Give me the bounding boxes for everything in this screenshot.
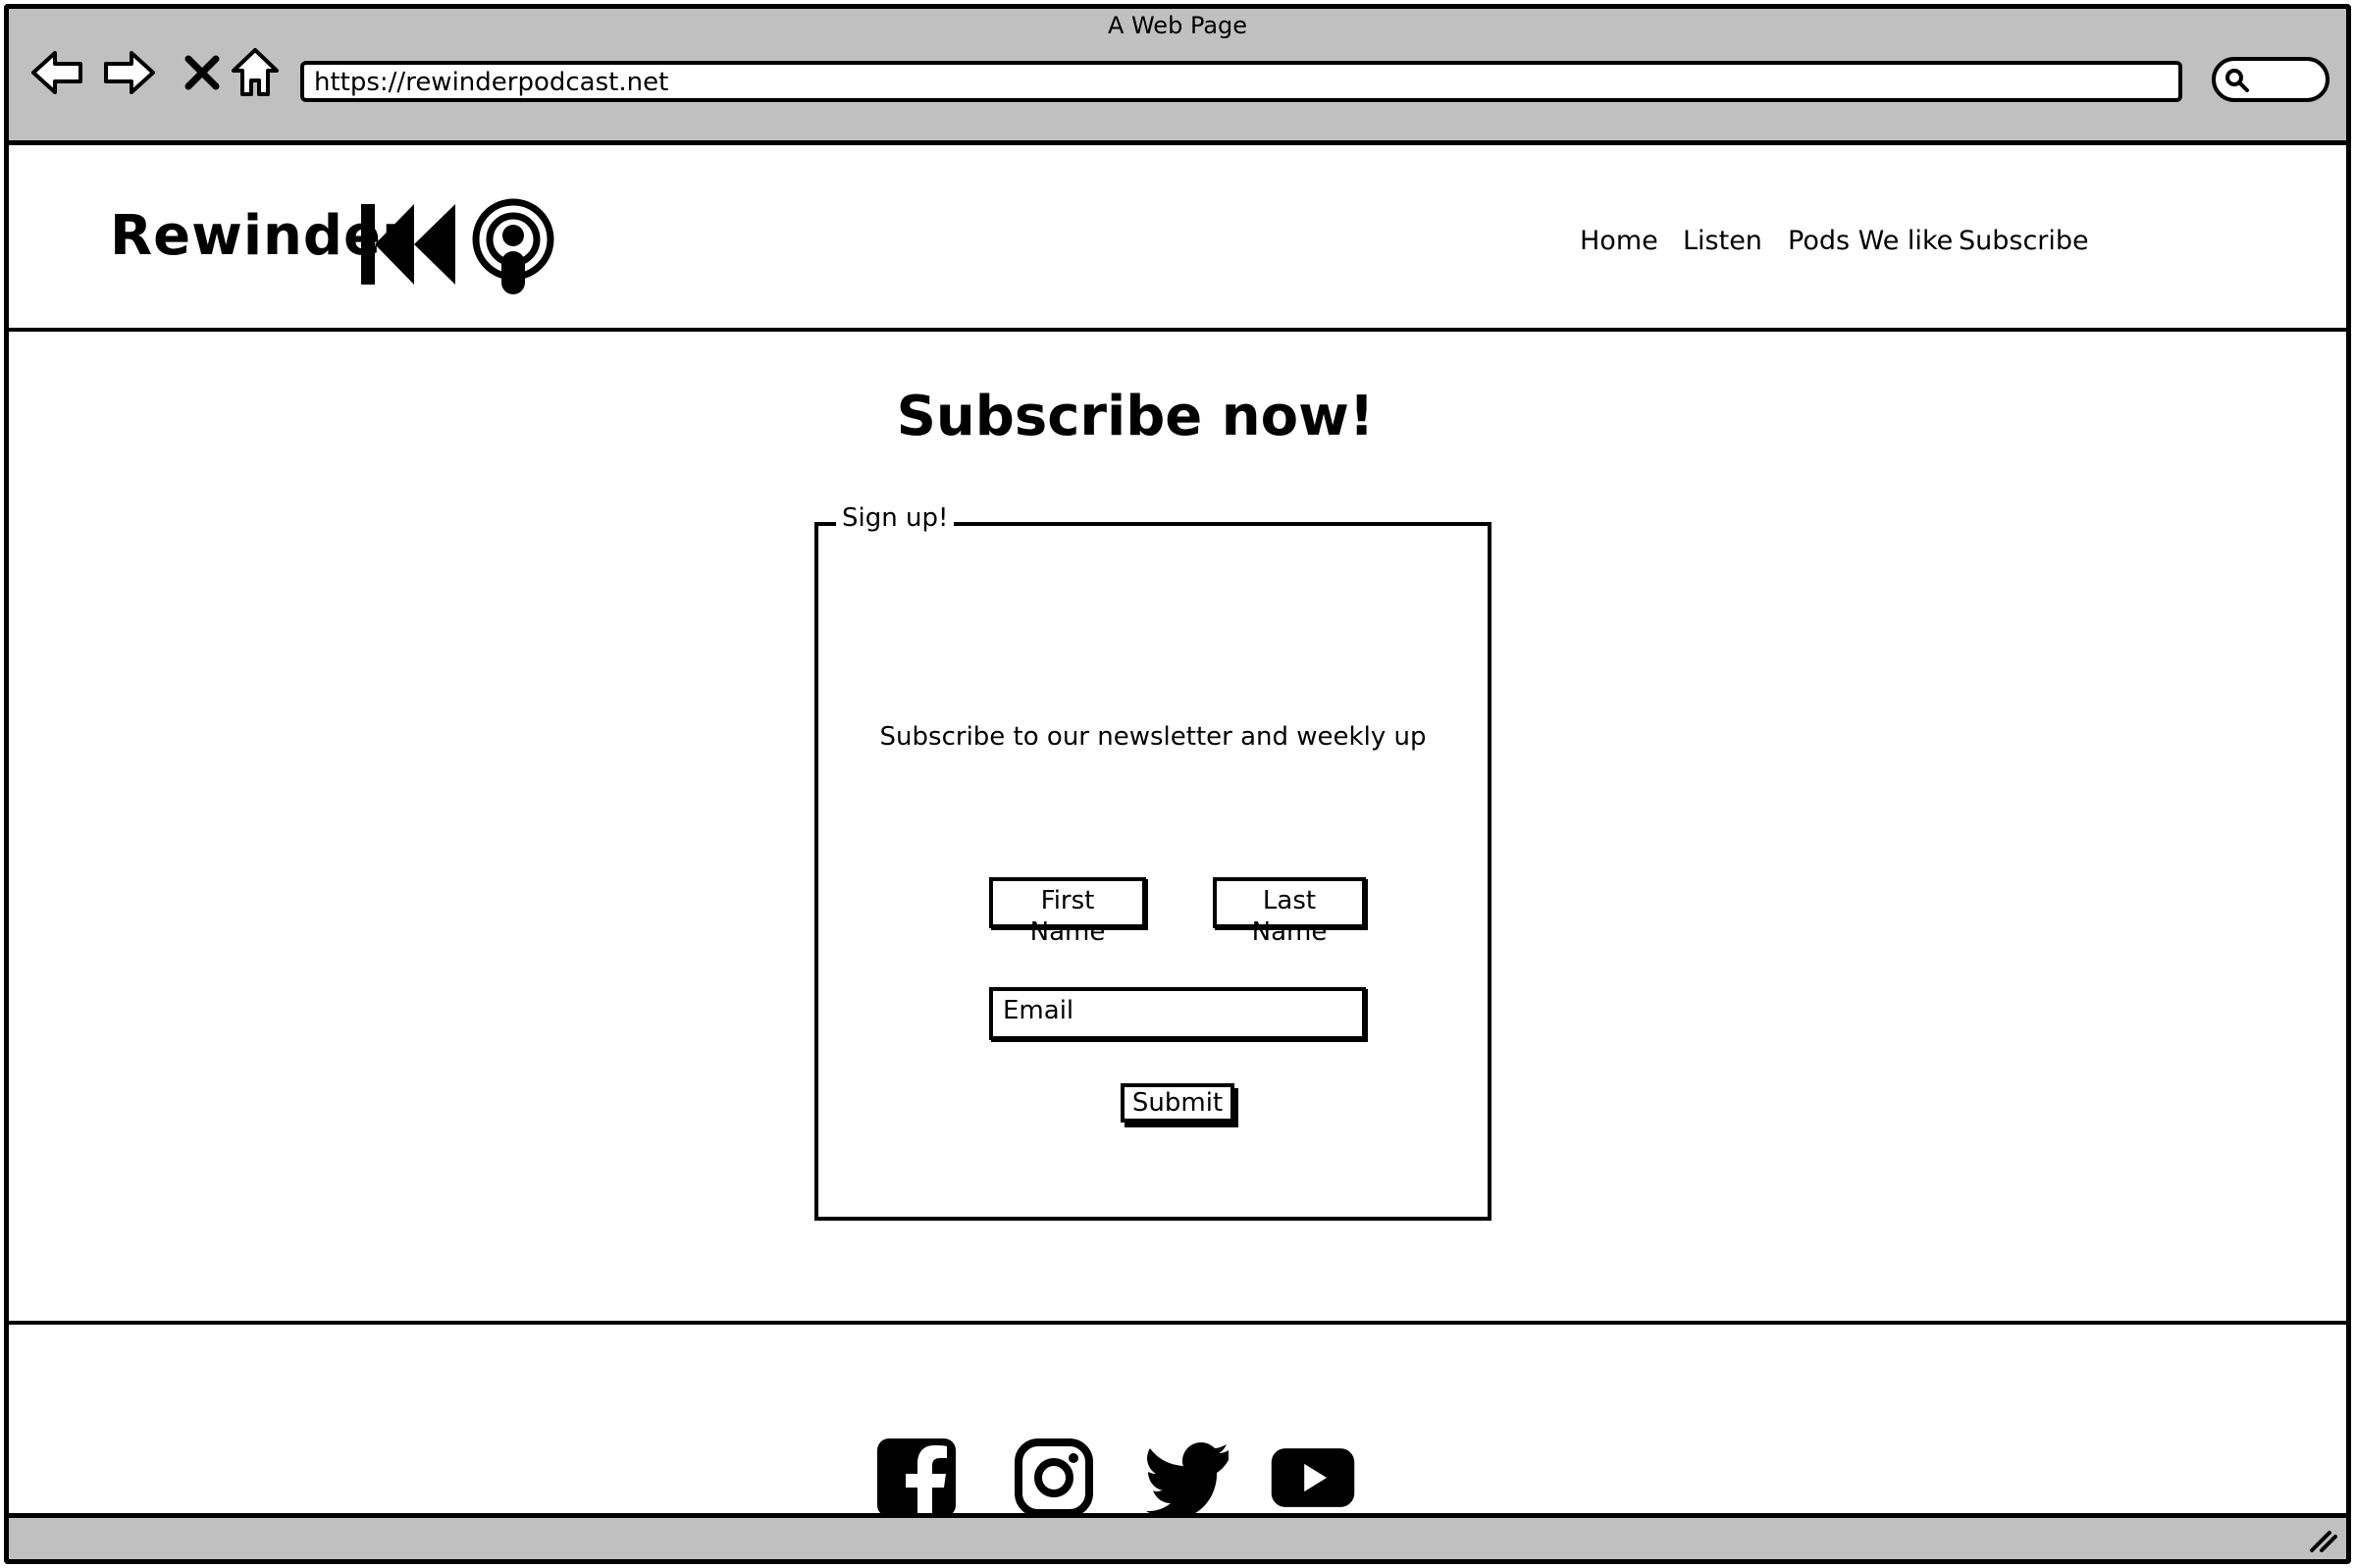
url-bar[interactable]: https://rewinderpodcast.net — [300, 61, 2182, 102]
footer-divider — [4, 1321, 2351, 1325]
resize-grip-icon[interactable] — [2308, 1527, 2337, 1552]
stop-icon[interactable] — [175, 45, 230, 100]
instagram-icon[interactable] — [1011, 1435, 1097, 1521]
youtube-icon[interactable] — [1270, 1435, 1356, 1521]
forward-arrow-icon[interactable] — [102, 45, 157, 100]
email-field[interactable]: Email — [989, 987, 1366, 1040]
signup-description: Subscribe to our newsletter and weekly u… — [879, 722, 1427, 752]
header-divider — [4, 328, 2351, 332]
nav-subscribe[interactable]: Subscribe — [1959, 226, 2089, 256]
facebook-icon[interactable] — [873, 1435, 960, 1521]
nav-pods-we-like[interactable]: Pods We like — [1788, 226, 1953, 256]
browser-search-field[interactable] — [2212, 57, 2329, 102]
rewind-icon — [361, 204, 455, 285]
podcast-icon — [472, 198, 554, 294]
back-arrow-icon[interactable] — [29, 45, 84, 100]
last-name-field[interactable]: Last Name — [1213, 877, 1366, 947]
home-icon[interactable] — [228, 45, 283, 100]
signup-legend: Sign up! — [836, 503, 955, 533]
submit-button[interactable]: Submit — [1121, 1083, 1234, 1123]
browser-status-bar — [4, 1513, 2351, 1564]
twitter-icon[interactable] — [1146, 1435, 1232, 1521]
page-title: Subscribe now! — [896, 385, 1375, 448]
window-title: A Web Page — [1107, 12, 1248, 39]
first-name-field[interactable]: First Name — [989, 877, 1146, 947]
nav-listen[interactable]: Listen — [1683, 226, 1762, 256]
search-icon — [2225, 69, 2249, 92]
nav-home[interactable]: Home — [1580, 226, 1658, 256]
